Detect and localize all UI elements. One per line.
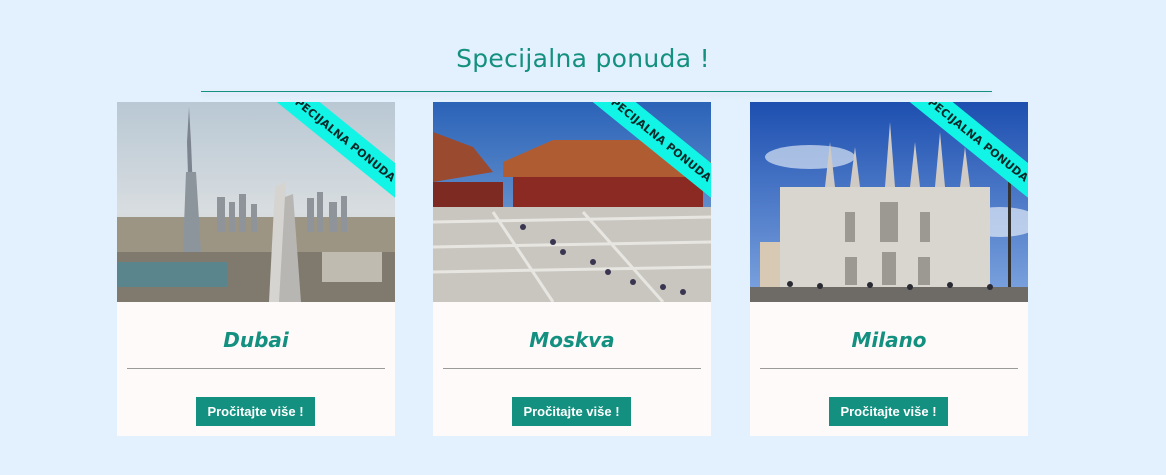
offer-card-dubai: SPECIJALNA PONUDA Dubai Pročitajte više … xyxy=(117,102,395,436)
milano-photo[interactable]: SPECIJALNA PONUDA xyxy=(750,102,1028,302)
city-title: Moskva xyxy=(529,328,615,352)
city-divider xyxy=(127,368,385,369)
read-more-button[interactable]: Pročitajte više ! xyxy=(829,397,948,426)
city-divider xyxy=(760,368,1018,369)
city-divider xyxy=(443,368,701,369)
read-more-button[interactable]: Pročitajte više ! xyxy=(512,397,631,426)
moskva-photo[interactable]: SPECIJALNA PONUDA xyxy=(433,102,711,302)
offer-card-milano: SPECIJALNA PONUDA Milano Pročitajte više… xyxy=(750,102,1028,436)
dubai-photo[interactable]: SPECIJALNA PONUDA xyxy=(117,102,395,302)
city-title: Dubai xyxy=(223,328,289,352)
offer-card-moskva: SPECIJALNA PONUDA Moskva Pročitajte više… xyxy=(433,102,711,436)
section-title-divider xyxy=(201,91,992,92)
read-more-button[interactable]: Pročitajte više ! xyxy=(196,397,315,426)
section-title: Specijalna ponuda ! xyxy=(456,44,710,73)
city-title: Milano xyxy=(851,328,927,352)
